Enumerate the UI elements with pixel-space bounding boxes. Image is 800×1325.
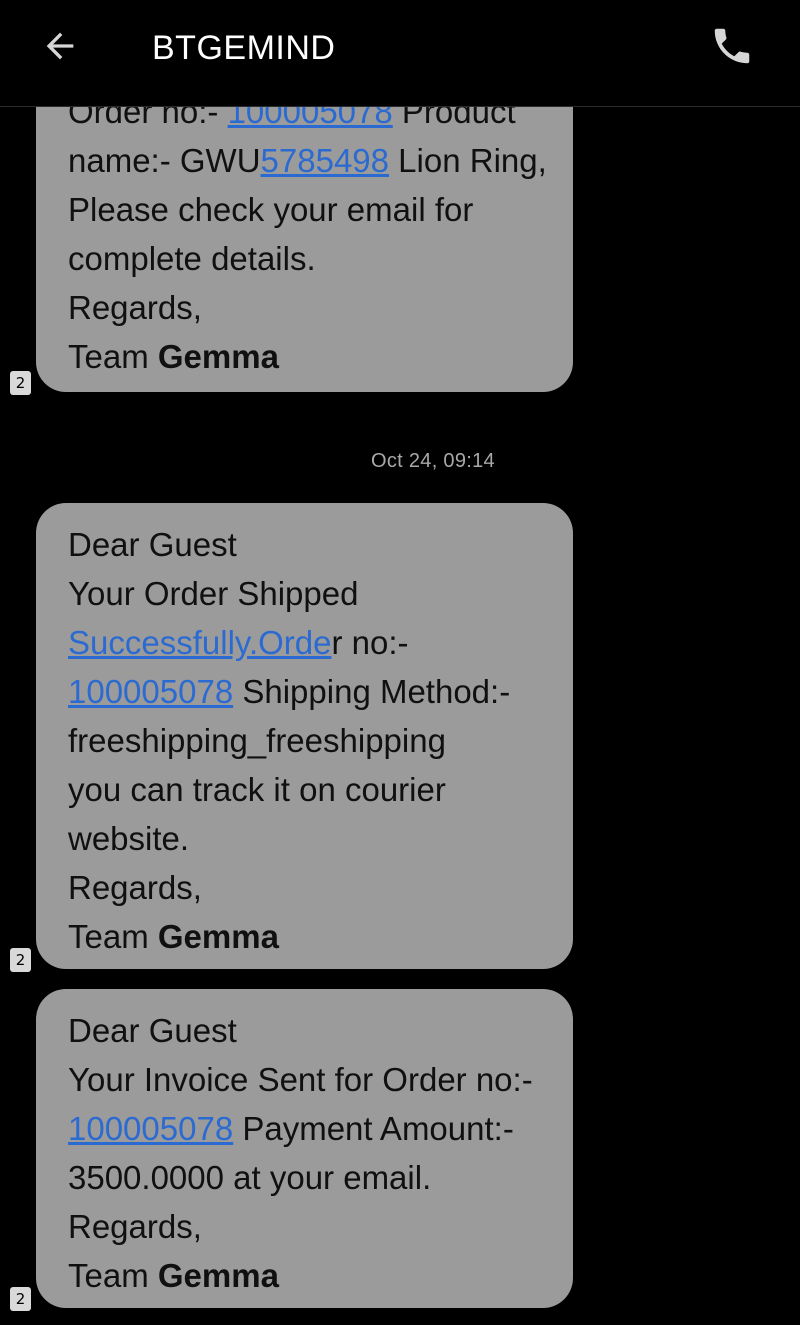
message-list[interactable]: Order no:- 100005078 Product name:- GWU5… <box>0 107 800 1325</box>
message-text: Order no:- <box>68 107 228 130</box>
order-number-link[interactable]: 100005078 <box>68 673 233 710</box>
message-line: Team Gemma <box>68 912 553 961</box>
message-line: Regards, <box>68 869 202 906</box>
conversation-header: BTGEMIND <box>0 0 800 107</box>
message-line: 100005078 Payment Amount:- <box>68 1104 553 1153</box>
message-line: Regards, <box>68 289 202 326</box>
message-line: Please check your email for <box>68 191 474 228</box>
website-link[interactable]: Successfully.Orde <box>68 624 331 661</box>
team-name: Gemma <box>157 918 279 955</box>
message-line: you can track it on courier <box>68 771 446 808</box>
order-number-link[interactable]: 100005078 <box>228 107 393 130</box>
product-number-link[interactable]: 5785498 <box>261 142 389 179</box>
team-name: Gemma <box>157 338 279 375</box>
message-bubble[interactable]: Dear Guest Your Order Shipped Successful… <box>36 503 573 969</box>
message-text: Team <box>68 918 158 955</box>
message-line: Dear Guest <box>68 526 237 563</box>
back-button[interactable] <box>30 20 90 76</box>
message-line: 100005078 Shipping Method:- <box>68 667 553 716</box>
sim-badge: 2 <box>10 1287 31 1311</box>
message-timestamp: Oct 24, 09:14 <box>371 450 495 472</box>
call-button[interactable] <box>700 20 764 76</box>
message-line: website. <box>68 820 190 857</box>
arrow-left-icon <box>40 26 80 70</box>
message-line: freeshipping_freeshipping <box>68 722 446 759</box>
message-line: Your Invoice Sent for Order no:- <box>68 1061 533 1098</box>
message-line: Order no:- 100005078 Product <box>68 107 553 136</box>
message-text: r no:- <box>331 624 409 661</box>
message-text: Lion Ring, <box>389 142 547 179</box>
messaging-screen: BTGEMIND Order no:- 100005078 Product na… <box>0 0 800 1325</box>
message-line: 3500.0000 at your email. <box>68 1159 432 1196</box>
sim-badge: 2 <box>10 371 31 395</box>
team-name: Gemma <box>157 1257 279 1294</box>
message-line: Team Gemma <box>68 1251 553 1300</box>
message-line: Successfully.Order no:- <box>68 618 553 667</box>
message-text: Product <box>392 107 516 130</box>
message-text: Shipping Method:- <box>233 673 511 710</box>
message-text: name:- GWU <box>68 142 261 179</box>
message-line: Regards, <box>68 1208 202 1245</box>
message-line: Team Gemma <box>68 332 553 381</box>
order-number-link[interactable]: 100005078 <box>68 1110 233 1147</box>
message-text: Team <box>68 1257 158 1294</box>
message-text: Team <box>68 338 158 375</box>
phone-icon <box>709 23 755 73</box>
message-line: Dear Guest <box>68 1012 237 1049</box>
message-line: complete details. <box>68 240 316 277</box>
message-text: Payment Amount:- <box>233 1110 514 1147</box>
sim-badge: 2 <box>10 948 31 972</box>
message-line: Your Order Shipped <box>68 575 359 612</box>
message-bubble[interactable]: Order no:- 100005078 Product name:- GWU5… <box>36 107 573 392</box>
message-line: name:- GWU5785498 Lion Ring, <box>68 136 553 185</box>
message-bubble[interactable]: Dear Guest Your Invoice Sent for Order n… <box>36 989 573 1308</box>
contact-title: BTGEMIND <box>152 29 336 67</box>
